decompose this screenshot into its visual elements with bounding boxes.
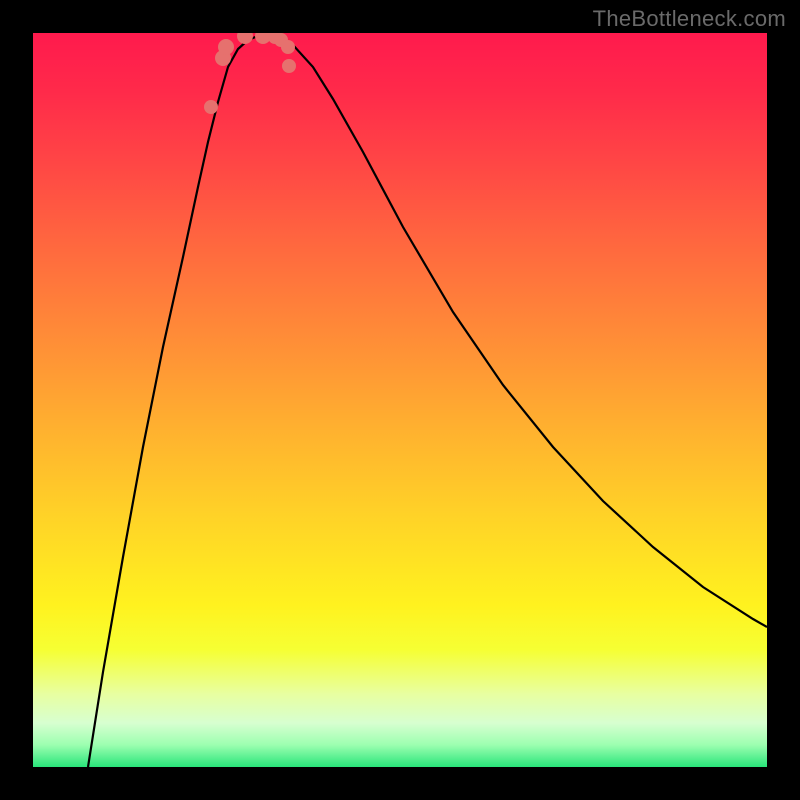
curve-marker — [218, 39, 234, 55]
curve-marker — [204, 100, 218, 114]
curve-marker — [282, 59, 296, 73]
watermark-text: TheBottleneck.com — [593, 6, 786, 32]
curve-marker — [237, 33, 253, 44]
chart-stage: TheBottleneck.com — [0, 0, 800, 800]
curve-overlay — [33, 33, 767, 767]
bottleneck-curve — [88, 36, 767, 767]
curve-marker — [281, 40, 295, 54]
plot-area — [33, 33, 767, 767]
